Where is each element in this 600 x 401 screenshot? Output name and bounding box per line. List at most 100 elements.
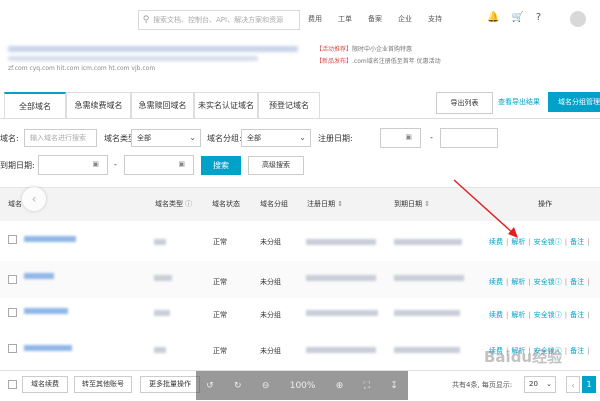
status-cell: 正常: [213, 238, 227, 246]
col-domain-type: 域名类型 ⓘ: [155, 199, 192, 209]
col-status: 域名状态: [212, 200, 240, 208]
domain-group-manage-button[interactable]: 域名分组管理: [548, 92, 600, 112]
top-nav-item[interactable]: 费用: [308, 14, 322, 24]
transfer-account-button[interactable]: 转至其他账号: [74, 376, 132, 393]
row-checkbox[interactable]: [8, 308, 17, 317]
batch-renew-button[interactable]: 域名续费: [22, 376, 68, 393]
annotation-arrow-line: [453, 179, 515, 235]
search-button[interactable]: 搜索: [201, 156, 241, 175]
domain-group-label: 域名分组:: [207, 134, 242, 143]
fit-screen-icon[interactable]: ⛶: [364, 381, 370, 391]
advanced-search-button[interactable]: 高级搜索: [248, 156, 304, 175]
rotate-right-icon[interactable]: ↻: [234, 381, 242, 391]
blurred-exp-date: [394, 347, 460, 353]
tab-redeem-needed[interactable]: 急需赎回域名: [131, 92, 194, 118]
promo-highlight: 【新品发布】: [316, 58, 353, 65]
tld-list: zf.com cyq.com hit.com icm.com ht.com vj…: [8, 65, 156, 72]
row-checkbox[interactable]: [8, 344, 17, 353]
calendar-icon: ▣: [405, 133, 412, 141]
top-nav-item[interactable]: 企业: [398, 14, 412, 24]
page-size-select[interactable]: 20 ⌄: [524, 376, 556, 393]
blurred-exp-date: [394, 310, 460, 316]
resolve-link[interactable]: 解析: [511, 311, 525, 319]
top-nav-item[interactable]: 工单: [338, 14, 352, 24]
help-circle-icon: ⓘ: [554, 278, 562, 286]
bell-icon[interactable]: 🔔: [487, 12, 499, 23]
domain-group-select[interactable]: 全部 ⌄: [241, 129, 311, 147]
col-group: 域名分组: [260, 200, 288, 208]
status-cell: 正常: [213, 311, 227, 319]
row-actions: 续费 | 解析 | 安全锁ⓘ | 备注 |: [489, 278, 590, 286]
baidu-watermark: Baidu经验: [484, 348, 563, 366]
col-exp-date[interactable]: 到期日期 ⇕: [394, 199, 430, 209]
help-circle-icon[interactable]: ⓘ: [185, 200, 192, 208]
group-cell: 未分组: [260, 311, 281, 319]
security-lock-link[interactable]: 安全锁: [534, 278, 555, 286]
top-nav-item[interactable]: 备案: [368, 14, 382, 24]
col-reg-date[interactable]: 注册日期 ⇕: [307, 199, 343, 209]
global-search-input[interactable]: ⚲ 搜索文档、控制台、API、解决方案和资源: [138, 10, 300, 30]
view-export-results-link[interactable]: 查看导出结果: [498, 97, 540, 107]
col-domain: 域名: [8, 200, 22, 208]
date-range-dash: -: [114, 160, 117, 169]
remark-link[interactable]: 备注: [570, 347, 584, 355]
domain-name-link[interactable]: [24, 345, 72, 351]
avatar[interactable]: [570, 11, 586, 27]
remark-link[interactable]: 备注: [570, 278, 584, 286]
annotation-arrow-head: [508, 227, 518, 238]
help-circle-icon: ⓘ: [554, 238, 562, 246]
page-1-button[interactable]: 1: [582, 376, 596, 393]
blurred-domain-type: [154, 347, 166, 353]
blurred-domain-type: [154, 310, 170, 316]
download-icon[interactable]: ↧: [390, 381, 398, 391]
tab-renew-needed[interactable]: 急需续费域名: [66, 92, 131, 118]
domain-name-link[interactable]: [24, 273, 54, 279]
reg-date-end-input[interactable]: [440, 128, 498, 148]
row-checkbox[interactable]: [8, 235, 17, 244]
sort-icon[interactable]: ⇕: [337, 200, 343, 208]
security-lock-link[interactable]: 安全锁: [534, 311, 555, 319]
prev-page-button[interactable]: ‹: [566, 376, 580, 393]
cart-icon[interactable]: 🛒: [511, 12, 523, 23]
chevron-down-icon: ⌄: [546, 380, 552, 388]
select-all-checkbox[interactable]: [8, 380, 17, 389]
renew-link[interactable]: 续费: [489, 311, 503, 319]
exp-date-start-input[interactable]: ▣: [38, 155, 108, 175]
chevron-left-icon[interactable]: ‹: [22, 187, 46, 211]
reg-date-start-input[interactable]: ▣: [380, 128, 421, 148]
row-checkbox[interactable]: [8, 275, 17, 284]
zoom-in-icon[interactable]: ⊕: [336, 381, 344, 391]
sort-icon[interactable]: ⇕: [424, 200, 430, 208]
exp-date-end-input[interactable]: ▣: [124, 155, 194, 175]
zoom-out-icon[interactable]: ⊖: [262, 381, 270, 391]
help-icon[interactable]: ?: [536, 12, 541, 23]
search-icon: ⚲: [142, 15, 150, 25]
more-batch-actions-select[interactable]: 更多批量操作: [140, 376, 200, 393]
rotate-left-icon[interactable]: ↺: [206, 381, 214, 391]
domain-name-link[interactable]: [24, 236, 76, 242]
security-lock-link[interactable]: 安全锁: [534, 238, 555, 246]
top-nav-item[interactable]: 支持: [428, 14, 442, 24]
tab-unverified[interactable]: 未实名认证域名: [194, 92, 258, 118]
remark-link[interactable]: 备注: [570, 238, 584, 246]
domain-search-input[interactable]: 输入域名进行搜索: [24, 129, 97, 147]
col-domain-type-label: 域名类型: [155, 200, 183, 208]
calendar-icon: ▣: [92, 160, 99, 168]
top-nav: 费用 工单 备案 企业 支持: [308, 14, 442, 24]
blurred-domain-type: [154, 239, 166, 245]
resolve-link[interactable]: 解析: [511, 278, 525, 286]
promo-text[interactable]: .com域名注册低至首年 优惠活动: [352, 58, 441, 65]
blurred-exp-date: [394, 275, 464, 281]
promo-highlight: 【活动推荐】: [316, 46, 353, 53]
group-cell: 未分组: [260, 347, 281, 355]
promo-text[interactable]: 限时中小企业首购特惠: [352, 46, 412, 53]
blurred-reg-date: [306, 239, 376, 245]
exp-date-label: 到期日期:: [0, 161, 35, 170]
domain-type-select[interactable]: 全部 ⌄: [131, 129, 201, 147]
export-list-button[interactable]: 导出列表: [436, 92, 493, 114]
remark-link[interactable]: 备注: [570, 311, 584, 319]
tab-preregistered[interactable]: 预登记域名: [258, 92, 320, 118]
domain-name-link[interactable]: [24, 308, 68, 314]
renew-link[interactable]: 续费: [489, 278, 503, 286]
tab-all-domains[interactable]: 全部域名: [4, 92, 66, 118]
